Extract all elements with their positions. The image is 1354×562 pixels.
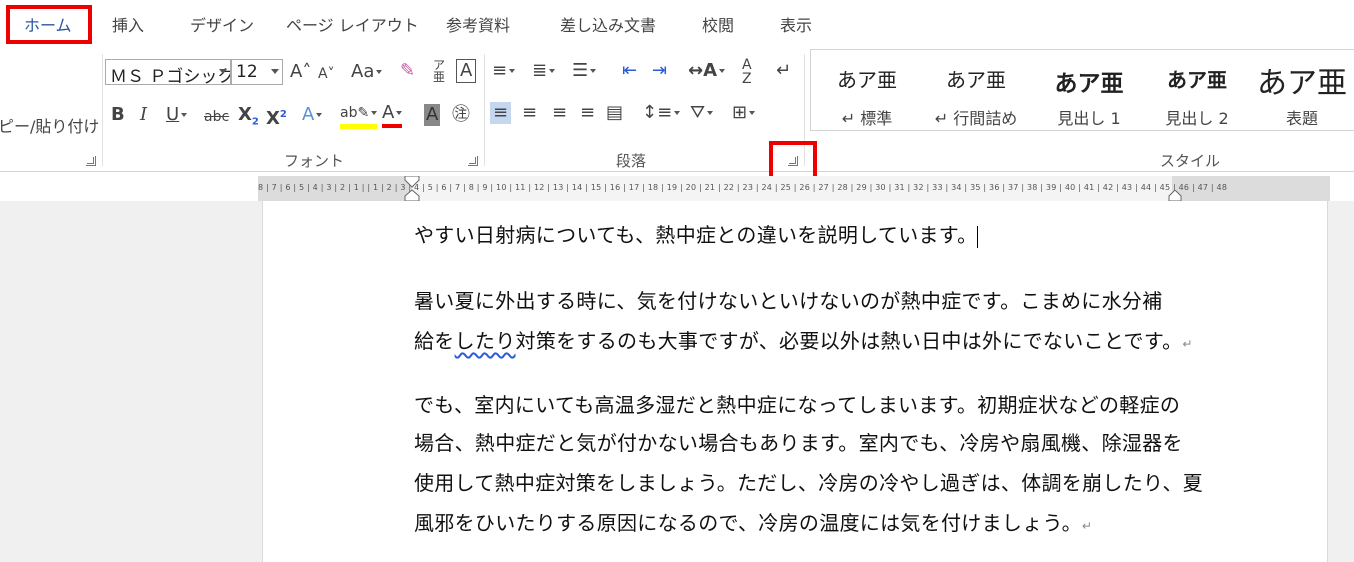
font-name-value: ＭＳ Ｐゴシック — [110, 67, 231, 85]
italic-icon[interactable]: I — [140, 104, 147, 126]
increase-indent-icon[interactable]: ⇥ — [652, 60, 667, 82]
text-line[interactable]: 給をしたり対策をするのも大事ですが、必要以外は熱い日中は外にでないことです。↵ — [414, 325, 1193, 354]
spelling-flag[interactable]: したり — [455, 329, 516, 353]
document-area: やすい日射病についても、熱中症との違いを説明しています。 暑い夏に外出する時に、… — [0, 201, 1354, 562]
horizontal-ruler[interactable]: 8 | 7 | 6 | 5 | 4 | 3 | 2 | 1 | | 1 | 2 … — [258, 176, 1330, 201]
paragraph-launcher-highlight-box — [769, 141, 817, 181]
shrink-font-icon[interactable]: A˅ — [318, 63, 335, 85]
style-name: 見出し 1 — [1057, 109, 1121, 128]
justify-icon[interactable]: ≡ — [580, 102, 595, 124]
decrease-indent-icon[interactable]: ⇤ — [622, 60, 637, 82]
bold-icon[interactable]: B — [111, 104, 125, 126]
sort-icon[interactable]: AZ — [742, 58, 752, 86]
text-content: 暑い夏に外出する時に、気を付けないといけないのが熱中症です。こまめに水分補 — [414, 289, 1163, 313]
highlight-color-icon[interactable]: ab✎ — [340, 102, 378, 129]
text-content: 使用して熱中症対策をしましょう。ただし、冷房の冷やし過ぎは、体調を崩したり、夏 — [414, 471, 1204, 495]
text-content: 場合、熱中症だと気が付かない場合もあります。室内でも、冷房や扇風機、除湿器を — [414, 431, 1183, 455]
line-spacing-icon[interactable]: ↕≡ — [642, 102, 681, 124]
first-line-indent-marker[interactable] — [404, 176, 420, 201]
text-line[interactable]: 暑い夏に外出する時に、気を付けないといけないのが熱中症です。こまめに水分補 — [414, 285, 1163, 314]
strikethrough-icon[interactable]: abc — [204, 106, 229, 128]
grow-font-icon[interactable]: A˄ — [290, 61, 311, 83]
chevron-down-icon — [271, 69, 279, 74]
group-separator — [102, 54, 103, 166]
style-sample: あア亜 — [946, 68, 1006, 92]
tab-mailings[interactable]: 差し込み文書 — [560, 12, 656, 36]
borders-icon[interactable]: ⊞ — [732, 102, 756, 124]
style-sample: あア亜 — [1257, 66, 1347, 101]
style-title[interactable]: あア亜 表題 — [1249, 50, 1354, 130]
ribbon: ピー/貼り付け ＭＳ Ｐゴシック 12 A˄ A˅ Aa ✎ ア亜 A B I … — [0, 46, 1354, 172]
tab-references[interactable]: 参考資料 — [446, 12, 510, 36]
tab-review[interactable]: 校閲 — [702, 12, 734, 36]
align-center-icon[interactable]: ≡ — [522, 102, 537, 124]
text-line[interactable]: やすい日射病についても、熱中症との違いを説明しています。 — [414, 219, 979, 248]
change-case-icon[interactable]: Aa — [351, 61, 383, 83]
enclose-characters-icon[interactable]: ㊟ — [452, 104, 470, 126]
font-size-value: 12 — [236, 62, 258, 82]
shading-icon[interactable]: ⛛ — [690, 102, 714, 124]
home-tab-highlight-box — [6, 5, 92, 44]
group-separator — [484, 54, 485, 166]
paragraph-mark: ↵ — [1182, 337, 1193, 351]
style-heading-1[interactable]: あア亜 見出し 1 — [1037, 50, 1141, 130]
text-cursor — [977, 225, 979, 248]
distributed-icon[interactable]: ▤ — [606, 102, 623, 124]
superscript-icon[interactable]: X2 — [266, 104, 287, 130]
text-content: 風邪をひいたりする原因になるので、冷房の温度には気を付けましょう。 — [414, 511, 1082, 535]
style-name: 見出し 2 — [1165, 109, 1229, 128]
style-name: ↵ 標準 — [841, 109, 893, 128]
character-border-icon[interactable]: A — [456, 59, 477, 83]
tab-view[interactable]: 表示 — [780, 12, 812, 36]
text-content: やすい日射病についても、熱中症との違いを説明しています。 — [414, 223, 978, 247]
style-name: 表題 — [1285, 109, 1318, 128]
font-group-label: フォント — [284, 152, 345, 170]
text-line[interactable]: 風邪をひいたりする原因になるので、冷房の温度には気を付けましょう。↵ — [414, 507, 1092, 536]
subscript-icon[interactable]: X2 — [238, 104, 259, 134]
text-line[interactable]: 使用して熱中症対策をしましょう。ただし、冷房の冷やし過ぎは、体調を崩したり、夏 — [414, 467, 1203, 496]
styles-group-label: スタイル — [1160, 152, 1221, 170]
text-content: 対策をするのも大事ですが、必要以外は熱い日中は外にでないことです。 — [515, 329, 1183, 353]
style-heading-2[interactable]: あア亜 見出し 2 — [1145, 50, 1249, 130]
style-sample: あア亜 — [1167, 68, 1227, 92]
right-indent-marker[interactable] — [1168, 190, 1182, 201]
font-color-icon[interactable]: A — [382, 102, 403, 128]
styles-gallery: あア亜 ↵ 標準 あア亜 ↵ 行間詰め あア亜 見出し 1 あア亜 見出し 2 … — [810, 49, 1354, 131]
paragraph-group-label: 段落 — [616, 152, 647, 170]
text-effects-icon[interactable]: A — [302, 104, 323, 126]
tab-insert[interactable]: 挿入 — [112, 12, 144, 36]
text-content: でも、室内にいても高温多湿だと熱中症になってしまいます。初期症状などの軽症の — [414, 393, 1181, 417]
show-hide-marks-icon[interactable]: ↵ — [776, 60, 791, 82]
chevron-down-icon — [219, 69, 227, 74]
style-sample: あア亜 — [1054, 71, 1124, 97]
paragraph-mark: ↵ — [1081, 519, 1093, 533]
style-name: ↵ 行間詰め — [934, 109, 1018, 128]
underline-icon[interactable]: U — [166, 104, 188, 126]
tab-page-layout[interactable]: ページ レイアウト — [286, 12, 419, 36]
align-right-icon[interactable]: ≡ — [552, 102, 567, 124]
text-content: 給を — [414, 329, 455, 353]
character-shading-icon[interactable]: A — [424, 104, 441, 126]
clipboard-dialog-launcher[interactable] — [86, 156, 96, 166]
font-name-combo[interactable]: ＭＳ Ｐゴシック — [105, 59, 231, 85]
style-sample: あア亜 — [837, 68, 897, 92]
tab-design[interactable]: デザイン — [190, 12, 254, 36]
asian-layout-icon[interactable]: ↔A — [688, 60, 726, 82]
font-size-combo[interactable]: 12 — [231, 59, 283, 85]
phonetic-guide-icon[interactable]: ア亜 — [433, 59, 445, 83]
align-left-icon[interactable]: ≡ — [490, 102, 512, 124]
ribbon-tabs: ホーム 挿入 デザイン ページ レイアウト 参考資料 差し込み文書 校閲 表示 — [0, 0, 1354, 46]
style-normal[interactable]: あア亜 ↵ 標準 — [819, 50, 915, 130]
paste-options-label[interactable]: ピー/貼り付け — [0, 116, 99, 138]
style-no-spacing[interactable]: あア亜 ↵ 行間詰め — [923, 50, 1029, 130]
font-dialog-launcher[interactable] — [468, 156, 478, 166]
text-line[interactable]: でも、室内にいても高温多湿だと熱中症になってしまいます。初期症状などの軽症の — [414, 389, 1180, 418]
bullets-icon[interactable]: ≡ — [492, 60, 516, 82]
clear-formatting-icon[interactable]: ✎ — [400, 60, 415, 82]
multilevel-list-icon[interactable]: ☰ — [572, 60, 597, 82]
text-line[interactable]: 場合、熱中症だと気が付かない場合もあります。室内でも、冷房や扇風機、除湿器を — [414, 427, 1183, 456]
numbering-icon[interactable]: ≣ — [532, 60, 556, 82]
